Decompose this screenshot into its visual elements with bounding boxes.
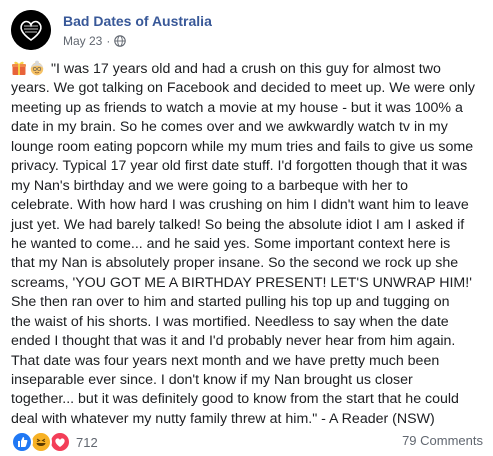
like-reaction-icon bbox=[11, 431, 33, 453]
post-body-line: lounge room eating popcorn while my mum … bbox=[11, 138, 474, 155]
post-body-line: the waist of his shorts. I was mortified… bbox=[11, 313, 449, 330]
heart-logo-icon bbox=[11, 10, 51, 50]
post-footer: 712 79 Comments bbox=[11, 431, 483, 453]
post-body-line: That date was four years next month and … bbox=[11, 352, 440, 369]
post-body-line: inseparable ever since. I don't know if … bbox=[11, 372, 413, 388]
post-body-line: ended I thought that was it and I'd prob… bbox=[11, 333, 456, 350]
reactions-summary[interactable]: 712 bbox=[11, 431, 98, 453]
meta-separator: · bbox=[106, 34, 111, 48]
post-body-line: meeting up as friends to watch a movie a… bbox=[11, 99, 463, 116]
post-body-line: date in my brain. So he comes over and w… bbox=[11, 119, 448, 136]
love-reaction-icon bbox=[49, 431, 71, 453]
post-body: "I was 17 years old and had a crush on t… bbox=[11, 60, 483, 429]
gift-icon bbox=[12, 61, 26, 75]
post-body-line: that my Nan is absolutely proper insane.… bbox=[11, 255, 459, 272]
post-header: Bad Dates of Australia May 23 · bbox=[11, 10, 481, 52]
avatar[interactable] bbox=[11, 10, 51, 50]
reaction-count[interactable]: 712 bbox=[76, 435, 98, 450]
grandma-face-icon bbox=[30, 60, 44, 76]
post-date[interactable]: May 23 bbox=[63, 34, 102, 48]
post-body-line: She then ran over to him and started pul… bbox=[11, 294, 450, 311]
post-body-line-first: "I was 17 years old and had a crush on t… bbox=[11, 60, 483, 79]
post-body-line: together... but it was definitely good t… bbox=[11, 391, 459, 408]
post-body-line: my Nan's birthday and we were going to a… bbox=[11, 177, 409, 194]
globe-icon bbox=[114, 35, 127, 47]
post-body-line: just yet. We had barely talked! So being… bbox=[11, 216, 465, 233]
post-body-line: years. We got talking on Facebook and de… bbox=[11, 80, 475, 97]
comments-count-link[interactable]: 79 Comments bbox=[402, 433, 483, 448]
post-body-line: privacy. Typical 17 year old first date … bbox=[11, 158, 468, 175]
page-name-link[interactable]: Bad Dates of Australia bbox=[63, 13, 212, 29]
post-body-text: "I was 17 years old and had a crush on t… bbox=[50, 61, 441, 77]
post-body-line: screams, 'YOU GOT ME A BIRTHDAY PRESENT!… bbox=[11, 274, 472, 291]
post-body-line: deal with whatever my nutty family threw… bbox=[11, 410, 435, 427]
haha-reaction-icon bbox=[30, 431, 52, 453]
post-body-line: he wanted to come... and he said yes. So… bbox=[11, 235, 451, 252]
post-meta: May 23 · bbox=[63, 34, 127, 48]
post-body-line: celebrate. With how hard I was crushing … bbox=[11, 197, 469, 214]
